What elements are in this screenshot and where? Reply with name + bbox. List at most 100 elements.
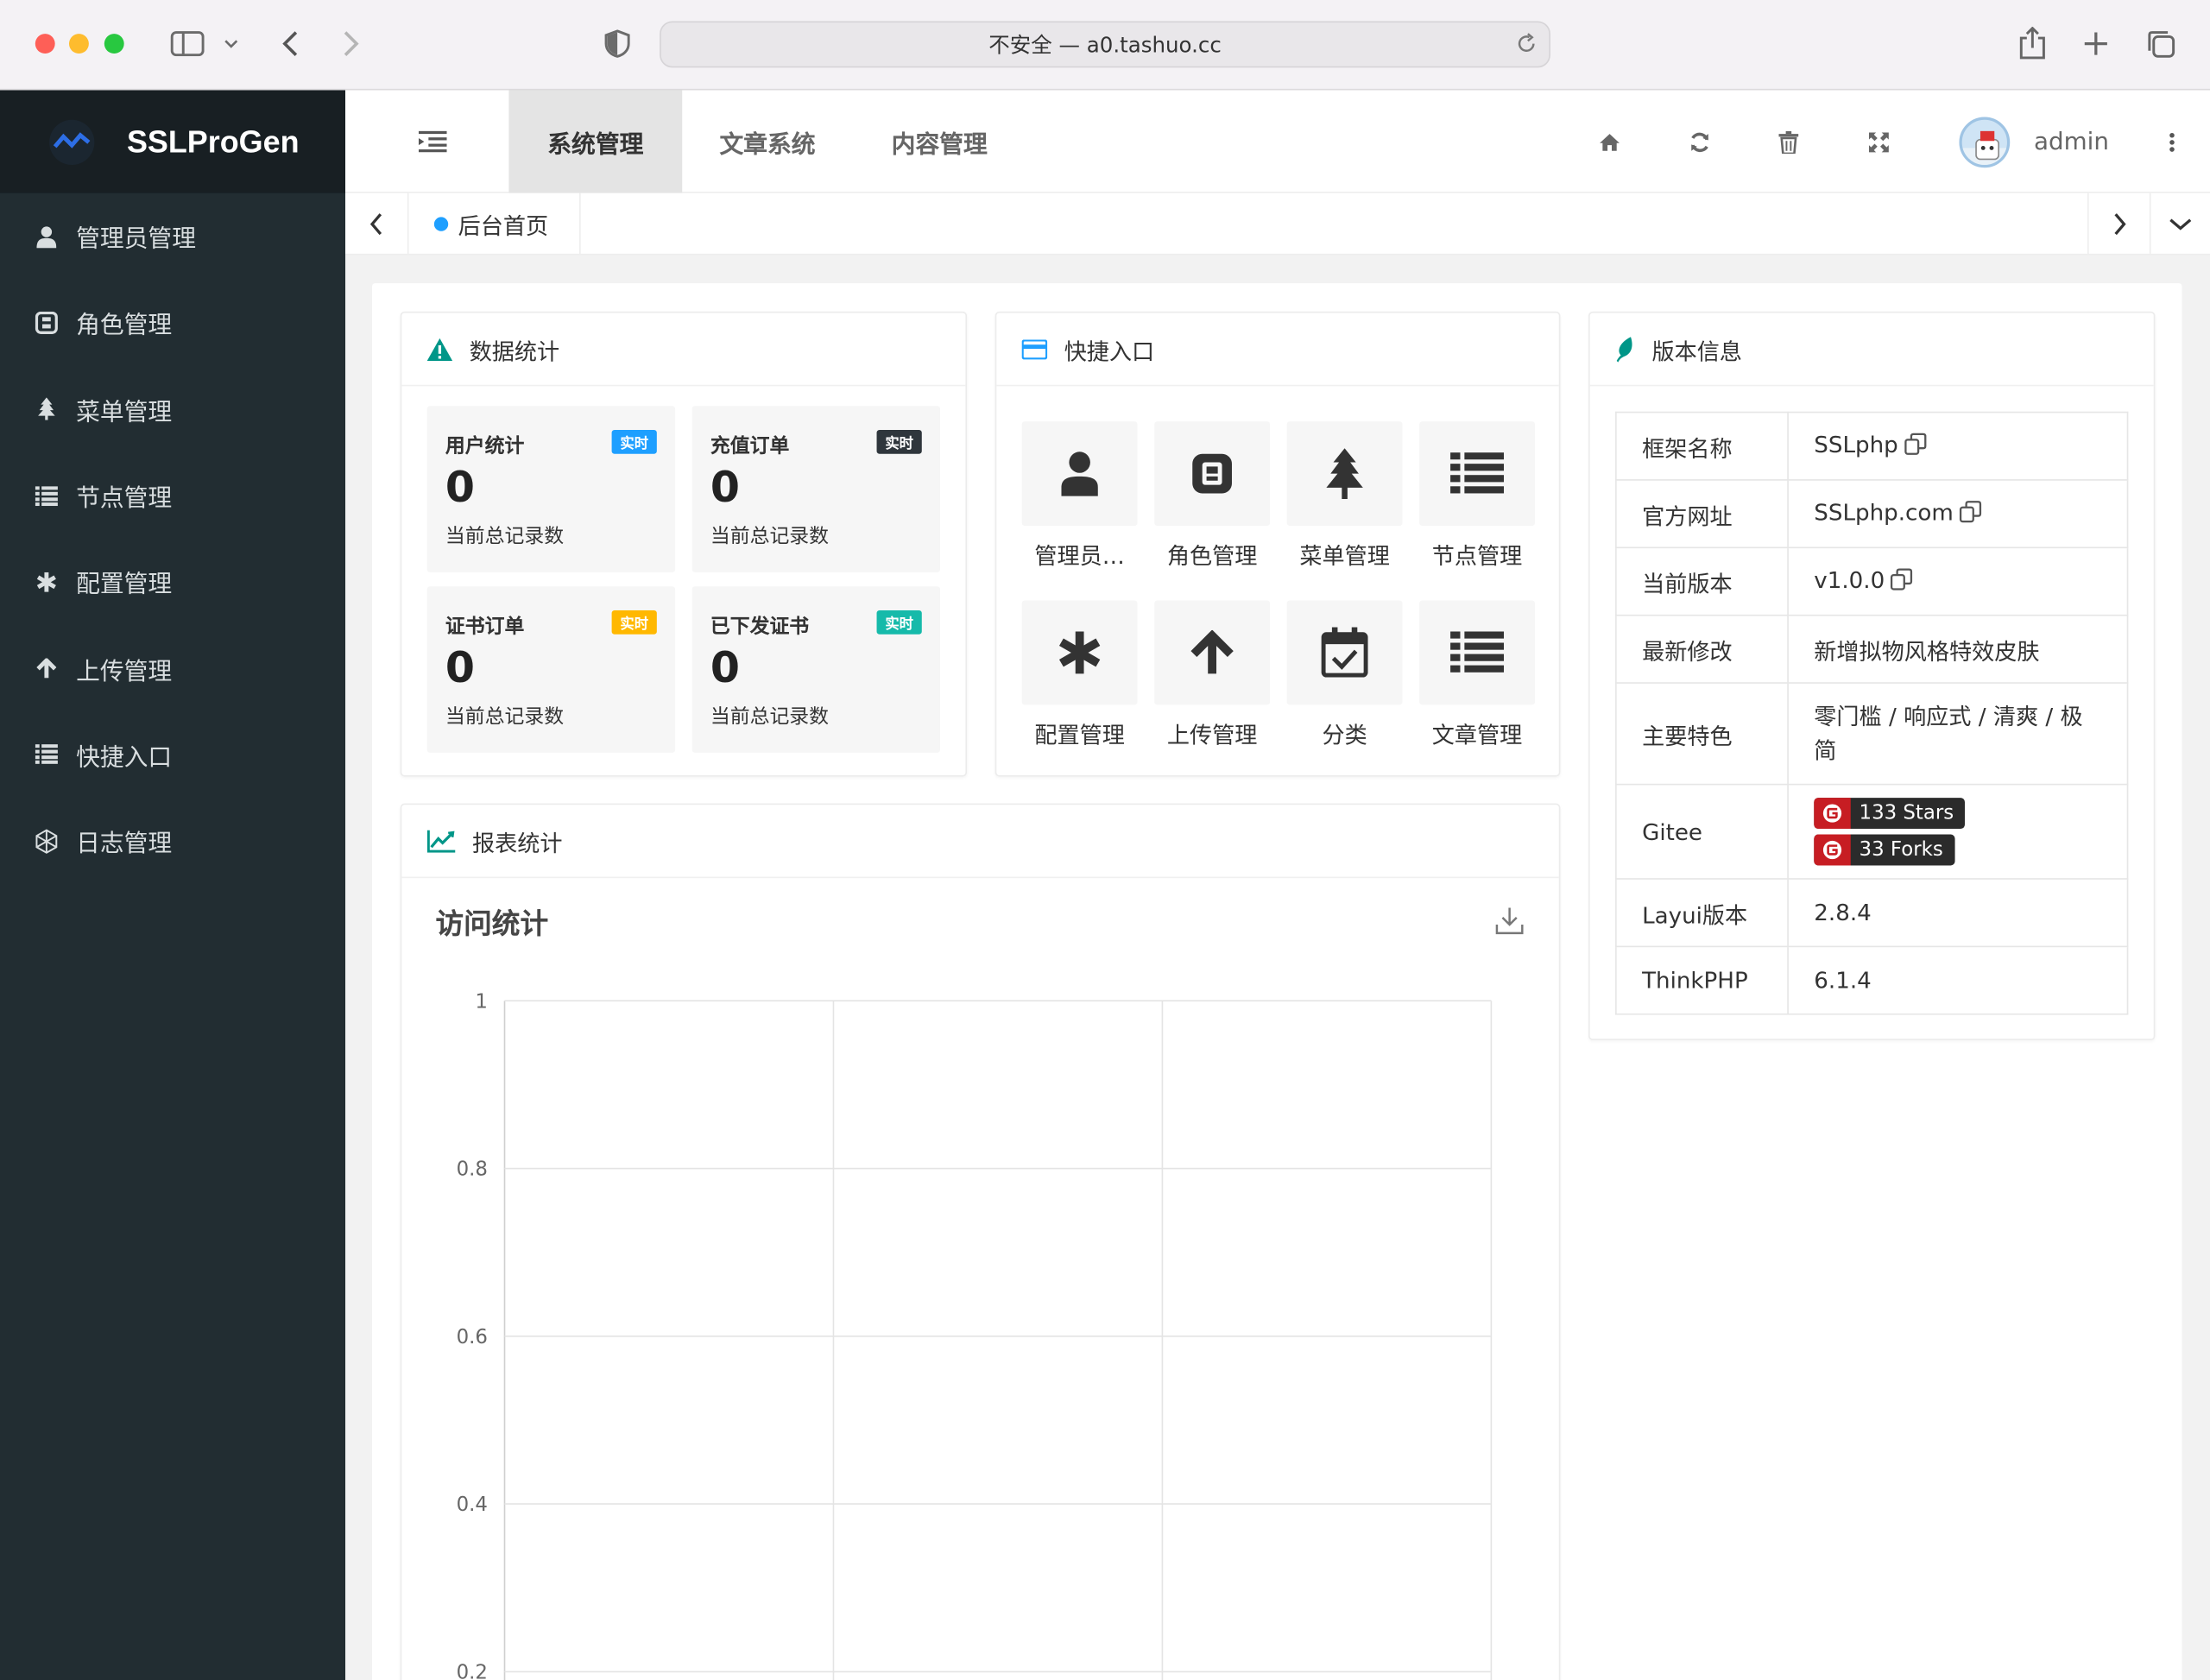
chevron-right-icon[interactable] [2087, 193, 2150, 256]
sidebar-item-label: 角色管理 [76, 312, 173, 341]
quick-item-label: 分类 [1322, 721, 1367, 748]
table-key: Layui版本 [1615, 878, 1789, 948]
stat-value: 0 [445, 464, 476, 514]
gitee-logo-icon [1814, 798, 1851, 830]
chevron-down-icon[interactable] [217, 20, 245, 68]
table-key: 主要特色 [1615, 682, 1789, 786]
home-icon[interactable] [1595, 129, 1624, 157]
tab-content[interactable]: 内容管理 [853, 90, 1026, 193]
chevron-down-icon[interactable] [2149, 193, 2210, 256]
realtime-badge: 实时 [876, 429, 922, 454]
user-icon [34, 225, 59, 248]
tab-system[interactable]: 系统管理 [508, 90, 683, 193]
sidebar: SSLProGen 管理员管理 角色管理 菜单管理 节点管理 配置管理 上传管理 [0, 90, 346, 1680]
logo[interactable]: SSLProGen [0, 90, 346, 193]
quick-item-config[interactable]: 配置管理 [1013, 600, 1146, 750]
stars-count: 133 Stars [1859, 802, 1954, 825]
current-version: v1.0.0 [1814, 566, 1885, 594]
quick-item-node[interactable]: 节点管理 [1411, 421, 1543, 571]
report-card: 报表统计 访问统计 1 0.8 0.6 0.4 0.2 [400, 803, 1561, 1680]
sidebar-item-log[interactable]: 日志管理 [0, 798, 345, 884]
sidebar-item-admin[interactable]: 管理员管理 [0, 193, 345, 280]
quick-item-admin[interactable]: 管理员… [1013, 421, 1146, 571]
reload-icon[interactable] [1515, 33, 1538, 61]
arrow-up-icon [1154, 600, 1271, 705]
stat-value: 0 [445, 644, 476, 694]
table-row: 主要特色 零门槛 / 响应式 / 清爽 / 极简 [1615, 682, 2129, 786]
realtime-badge: 实时 [611, 609, 657, 635]
quick-item-category[interactable]: 分类 [1279, 600, 1411, 750]
avatar[interactable] [1959, 117, 2011, 168]
forks-count: 33 Forks [1859, 838, 1943, 862]
username[interactable]: admin [2034, 129, 2109, 157]
copy-icon[interactable] [1904, 433, 1926, 461]
tag-home[interactable]: 后台首页 [408, 193, 581, 256]
sidebar-item-node[interactable]: 节点管理 [0, 452, 345, 539]
chart-y-tick-label: 1 [475, 990, 488, 1013]
card-title: 报表统计 [471, 829, 563, 856]
refresh-icon[interactable] [1686, 129, 1714, 157]
table-value: 新增拟物风格特效皮肤 [1787, 614, 2129, 684]
close-window-button[interactable] [35, 34, 55, 54]
download-icon[interactable] [1495, 906, 1524, 940]
chart-y-tick-label: 0.8 [457, 1159, 488, 1181]
quick-item-role[interactable]: 角色管理 [1146, 421, 1278, 571]
stat-users[interactable]: 用户统计 实时 0 当前总记录数 [426, 406, 676, 572]
sidebar-item-config[interactable]: 配置管理 [0, 539, 345, 625]
new-tab-icon[interactable] [2078, 20, 2114, 68]
forward-icon[interactable] [332, 20, 369, 68]
trash-icon[interactable] [1775, 129, 1803, 157]
copy-icon[interactable] [1959, 500, 1981, 528]
sidebar-item-menu[interactable]: 菜单管理 [0, 366, 345, 452]
chart-y-tick-label: 0.6 [457, 1326, 488, 1348]
calendar-check-icon [1286, 600, 1403, 705]
stat-issued-certs[interactable]: 已下发证书 实时 0 当前总记录数 [691, 586, 941, 753]
tree-icon [1286, 421, 1403, 526]
chevron-left-icon[interactable] [345, 193, 409, 256]
tab-articles[interactable]: 文章系统 [682, 90, 853, 193]
sidebar-toggle-icon[interactable] [163, 20, 212, 68]
table-value: 133 Stars 33 Forks [1787, 783, 2129, 880]
url-text: 不安全 — a0.tashuo.cc [988, 32, 1222, 58]
sidebar-item-role[interactable]: 角色管理 [0, 280, 345, 366]
logo-icon [49, 118, 95, 165]
share-icon[interactable] [2012, 20, 2052, 68]
sidebar-item-quick[interactable]: 快捷入口 [0, 711, 345, 798]
hexagon-icon [34, 829, 59, 854]
address-bar[interactable]: 不安全 — a0.tashuo.cc [660, 21, 1550, 68]
gitee-stars-badge[interactable]: 133 Stars [1814, 798, 1966, 830]
quick-item-label: 上传管理 [1166, 721, 1258, 748]
visit-chart: 1 0.8 0.6 0.4 0.2 [457, 990, 1493, 1680]
quick-item-label: 配置管理 [1034, 721, 1125, 748]
role-icon [34, 311, 59, 334]
stat-cert-orders[interactable]: 证书订单 实时 0 当前总记录数 [426, 586, 676, 753]
shield-icon[interactable] [601, 20, 635, 68]
screen: { "browser": {"url_text": "不安全 — a0.tash… [0, 0, 2210, 1680]
sidebar-item-label: 快捷入口 [76, 743, 173, 773]
table-value: SSLphp.com [1787, 479, 2129, 549]
tag-label: 后台首页 [458, 212, 549, 240]
card-header: 快捷入口 [996, 313, 1559, 387]
chart-title: 访问统计 [435, 906, 549, 941]
zoom-window-button[interactable] [104, 34, 124, 54]
table-row: Layui版本 2.8.4 [1615, 878, 2129, 948]
quick-item-upload[interactable]: 上传管理 [1146, 600, 1278, 750]
warning-icon [426, 338, 453, 361]
more-icon[interactable] [2158, 129, 2187, 157]
official-site[interactable]: SSLphp.com [1814, 499, 1954, 526]
fullscreen-icon[interactable] [1865, 129, 1893, 157]
stat-recharge[interactable]: 充值订单 实时 0 当前总记录数 [691, 406, 941, 572]
quick-item-article[interactable]: 文章管理 [1411, 600, 1543, 750]
back-icon[interactable] [272, 20, 308, 68]
sidebar-item-label: 节点管理 [76, 484, 173, 514]
table-row: 当前版本 v1.0.0 [1615, 546, 2129, 616]
version-table: 框架名称 SSLphp 官方网址 SSLphp.com 当前版本 v1.0.0 … [1615, 411, 2129, 1015]
collapse-menu-icon[interactable] [418, 129, 447, 158]
table-row: 最新修改 新增拟物风格特效皮肤 [1615, 614, 2129, 684]
sidebar-item-upload[interactable]: 上传管理 [0, 625, 345, 711]
gitee-forks-badge[interactable]: 33 Forks [1814, 834, 1954, 866]
copy-icon[interactable] [1891, 568, 1913, 597]
minimize-window-button[interactable] [69, 34, 89, 54]
tab-overview-icon[interactable] [2139, 20, 2182, 68]
quick-item-menu[interactable]: 菜单管理 [1279, 421, 1411, 571]
